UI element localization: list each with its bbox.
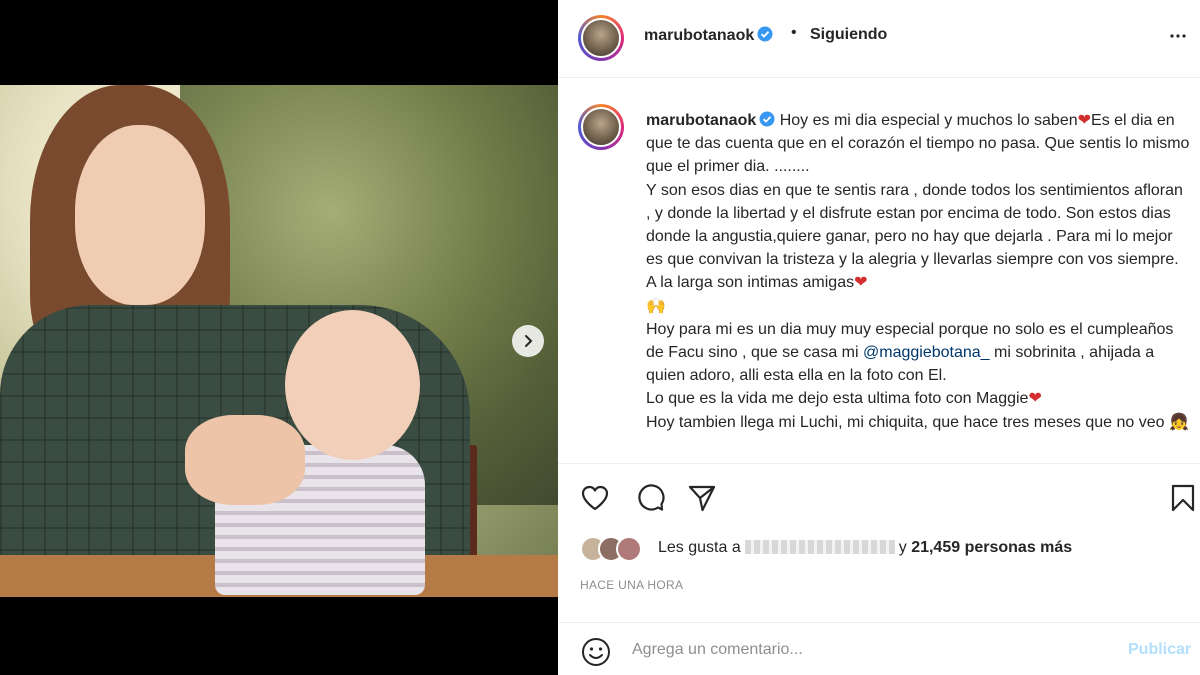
woman-face bbox=[75, 125, 205, 305]
post-header: marubotanaok • Siguiendo bbox=[558, 0, 1200, 78]
caption-line: Y son esos dias en que te sentis rara , … bbox=[646, 181, 1188, 292]
comment-input[interactable] bbox=[632, 637, 1112, 663]
caption-avatar[interactable] bbox=[578, 104, 624, 150]
likes-suffix: y bbox=[898, 539, 907, 556]
hands-emoji: 🙌 bbox=[646, 297, 666, 315]
chevron-right-icon bbox=[525, 335, 533, 347]
hands bbox=[185, 415, 305, 505]
caption-section: marubotanaok Hoy es mi dia especial y mu… bbox=[558, 79, 1200, 464]
caption-line: Hoy es mi dia especial y muchos lo saben bbox=[779, 112, 1078, 129]
blurred-username bbox=[744, 540, 895, 554]
baby-head bbox=[285, 310, 420, 460]
heart-emoji: ❤ bbox=[854, 274, 868, 292]
post-timestamp[interactable]: HACE UNA HORA bbox=[580, 578, 683, 592]
mention-link[interactable]: @maggiebotana_ bbox=[863, 344, 990, 361]
post-photo[interactable] bbox=[0, 85, 558, 597]
bookmark-icon[interactable] bbox=[1168, 483, 1198, 513]
heart-emoji: ❤ bbox=[1077, 112, 1092, 129]
next-photo-button[interactable] bbox=[512, 325, 544, 357]
likes-text[interactable]: Les gusta a y 21,459 personas más bbox=[658, 539, 1072, 557]
more-icon[interactable] bbox=[1166, 24, 1190, 48]
following-button[interactable]: Siguiendo bbox=[810, 26, 887, 44]
action-bar bbox=[558, 465, 1200, 525]
likes-count[interactable]: 21,459 personas más bbox=[911, 539, 1072, 556]
post-details-panel: marubotanaok • Siguiendo marubotanaok Ho… bbox=[558, 0, 1200, 675]
heart-icon[interactable] bbox=[580, 483, 610, 513]
heart-emoji: ❤ bbox=[1028, 390, 1042, 408]
comment-bar: Publicar bbox=[558, 622, 1200, 675]
likes-prefix: Les gusta a bbox=[658, 539, 741, 556]
likes-row[interactable]: Les gusta a y 21,459 personas más bbox=[580, 536, 1200, 562]
emoji-icon[interactable] bbox=[580, 636, 612, 668]
username-text[interactable]: marubotanaok bbox=[644, 27, 754, 44]
caption-text: marubotanaok Hoy es mi dia especial y mu… bbox=[646, 109, 1191, 434]
comment-icon[interactable] bbox=[635, 483, 665, 513]
liker-avatar bbox=[616, 536, 642, 562]
caption-username[interactable]: marubotanaok bbox=[646, 112, 756, 129]
verified-icon bbox=[759, 111, 775, 127]
separator-dot: • bbox=[791, 24, 797, 41]
verified-icon bbox=[757, 26, 773, 42]
header-username[interactable]: marubotanaok bbox=[644, 26, 773, 45]
publish-button[interactable]: Publicar bbox=[1128, 641, 1191, 659]
avatar[interactable] bbox=[578, 15, 624, 61]
caption-line: Lo que es la vida me dejo esta ultima fo… bbox=[646, 390, 1029, 408]
caption-line: Hoy tambien llega mi Luchi, mi chiquita,… bbox=[646, 413, 1165, 431]
media-panel bbox=[0, 0, 558, 675]
share-icon[interactable] bbox=[687, 483, 717, 513]
girl-emoji: 👧 bbox=[1168, 413, 1189, 431]
